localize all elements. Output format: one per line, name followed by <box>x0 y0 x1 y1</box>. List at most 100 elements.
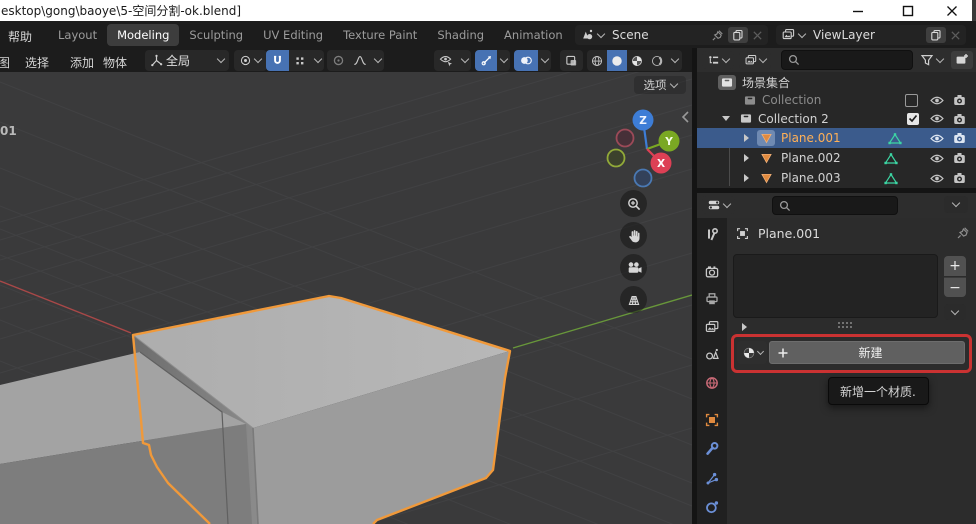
tab-output[interactable] <box>701 288 723 310</box>
minimize-button[interactable] <box>840 0 876 21</box>
tab-physics[interactable] <box>701 496 723 518</box>
tab-layout[interactable]: Layout <box>48 24 107 46</box>
expand-arrow-right[interactable] <box>744 134 749 142</box>
viewport-3d[interactable]: 01 选项 Z Y <box>0 72 692 524</box>
gizmo-neg-x-ball[interactable] <box>617 130 634 147</box>
expand-arrow-right[interactable] <box>744 174 749 182</box>
eye-icon[interactable] <box>930 95 944 106</box>
falloff-button[interactable] <box>349 50 371 71</box>
remove-viewlayer-icon[interactable] <box>950 30 961 41</box>
tab-render[interactable] <box>701 261 723 283</box>
help-menu[interactable]: 帮助 <box>1 26 39 47</box>
gizmo-neg-y-ball[interactable] <box>608 150 625 167</box>
perspective-toggle-button[interactable] <box>620 286 647 313</box>
pin-icon[interactable] <box>956 226 970 240</box>
properties-header-chevron[interactable] <box>944 196 968 213</box>
shading-wireframe-button[interactable] <box>587 50 607 71</box>
overlays-toggle[interactable] <box>514 50 538 71</box>
new-collection-button[interactable] <box>951 51 973 69</box>
row-label[interactable]: 场景集合 <box>742 74 790 91</box>
shading-rendered-button[interactable] <box>647 50 667 71</box>
tab-world[interactable] <box>701 372 723 394</box>
visibility-chevron[interactable] <box>458 50 471 71</box>
tab-view-layer[interactable] <box>701 316 723 338</box>
add-material-slot-button[interactable]: + <box>944 256 966 276</box>
material-slots-list[interactable] <box>733 254 938 318</box>
row-label[interactable]: Plane.001 <box>781 131 841 145</box>
gizmo-neg-z-ball[interactable] <box>635 170 652 187</box>
viewport-canvas[interactable] <box>0 72 692 524</box>
scene-dropdown-chevron[interactable] <box>597 29 605 37</box>
viewlayer-name[interactable]: ViewLayer <box>809 28 922 42</box>
eye-icon[interactable] <box>930 153 944 164</box>
remove-material-slot-button[interactable]: − <box>944 277 966 297</box>
pan-button[interactable] <box>620 222 647 249</box>
camera-visibility-icon[interactable] <box>953 152 966 164</box>
new-scene-button[interactable] <box>728 27 748 43</box>
camera-visibility-icon[interactable] <box>953 94 966 106</box>
properties-editor-type-button[interactable] <box>702 196 735 214</box>
outliner-filter-button[interactable] <box>920 51 943 69</box>
tab-scene[interactable] <box>701 344 723 366</box>
panel-expand-arrow[interactable] <box>742 323 747 331</box>
outliner-row-plane-001[interactable]: Plane.001 <box>697 128 976 148</box>
exclude-checkbox-unchecked[interactable] <box>905 94 918 107</box>
expand-arrow-down[interactable] <box>722 116 730 121</box>
tab-tool[interactable] <box>701 224 723 246</box>
transform-orientation-dropdown[interactable]: 全局 <box>145 50 229 71</box>
eye-icon[interactable] <box>930 113 944 124</box>
overlays-chevron[interactable] <box>538 50 551 71</box>
camera-view-button[interactable] <box>620 254 647 281</box>
object-menu[interactable]: 物体 <box>96 52 134 73</box>
tab-texture-paint[interactable]: Texture Paint <box>333 24 427 46</box>
exclude-checkbox-checked[interactable] <box>907 113 919 125</box>
row-label[interactable]: Collection <box>762 93 821 107</box>
view-menu-clipped[interactable]: 图 <box>0 52 17 73</box>
proportional-toggle[interactable] <box>327 50 349 71</box>
scene-name[interactable]: Scene <box>608 28 707 42</box>
navigation-gizmo[interactable]: Z Y X <box>596 104 692 194</box>
resize-grip[interactable] <box>838 322 840 324</box>
tab-modeling[interactable]: Modeling <box>107 24 179 46</box>
pivot-point-dropdown[interactable] <box>234 50 267 71</box>
snap-toggle[interactable] <box>266 50 289 71</box>
shading-material-button[interactable] <box>627 50 647 71</box>
options-dropdown[interactable]: 选项 <box>634 76 686 94</box>
visibility-button[interactable] <box>434 50 458 71</box>
expand-arrow-right[interactable] <box>744 154 749 162</box>
outliner-search-input[interactable] <box>781 50 913 70</box>
snap-chevron[interactable] <box>311 50 324 71</box>
tab-particles[interactable] <box>701 468 723 490</box>
browse-material-button[interactable] <box>737 341 767 364</box>
new-viewlayer-button[interactable] <box>926 27 946 43</box>
material-specials-button[interactable] <box>944 304 966 320</box>
viewlayer-selector[interactable]: ViewLayer <box>776 25 966 45</box>
properties-search-input[interactable] <box>772 196 898 215</box>
outliner-row-collection[interactable]: Collection <box>697 91 976 109</box>
snap-target-button[interactable] <box>289 50 311 71</box>
camera-visibility-icon[interactable] <box>953 113 966 125</box>
row-label[interactable]: Collection 2 <box>758 112 829 126</box>
tab-animation[interactable]: Animation <box>494 24 573 46</box>
select-menu[interactable]: 选择 <box>18 52 56 73</box>
outliner-display-mode-button[interactable] <box>739 51 771 69</box>
camera-visibility-icon[interactable] <box>953 132 966 144</box>
pin-icon[interactable] <box>711 29 724 42</box>
shading-chevron[interactable] <box>667 50 682 71</box>
tab-modifiers[interactable] <box>701 438 723 460</box>
gizmos-chevron[interactable] <box>497 50 510 71</box>
xray-toggle[interactable] <box>560 50 583 71</box>
row-label[interactable]: Plane.003 <box>781 171 841 185</box>
eye-icon[interactable] <box>930 133 944 144</box>
eye-icon[interactable] <box>930 173 944 184</box>
breadcrumb-object-name[interactable]: Plane.001 <box>758 226 956 241</box>
outliner-row-scene-collection[interactable]: 场景集合 <box>697 73 976 91</box>
tab-object[interactable] <box>701 409 723 431</box>
scene-selector[interactable]: Scene <box>575 25 768 45</box>
close-button[interactable] <box>934 0 970 21</box>
tab-uv-editing[interactable]: UV Editing <box>253 24 333 46</box>
camera-visibility-icon[interactable] <box>953 172 966 184</box>
tab-shading[interactable]: Shading <box>427 24 494 46</box>
outliner-editor-type-button[interactable] <box>702 51 734 69</box>
falloff-chevron[interactable] <box>371 50 384 71</box>
